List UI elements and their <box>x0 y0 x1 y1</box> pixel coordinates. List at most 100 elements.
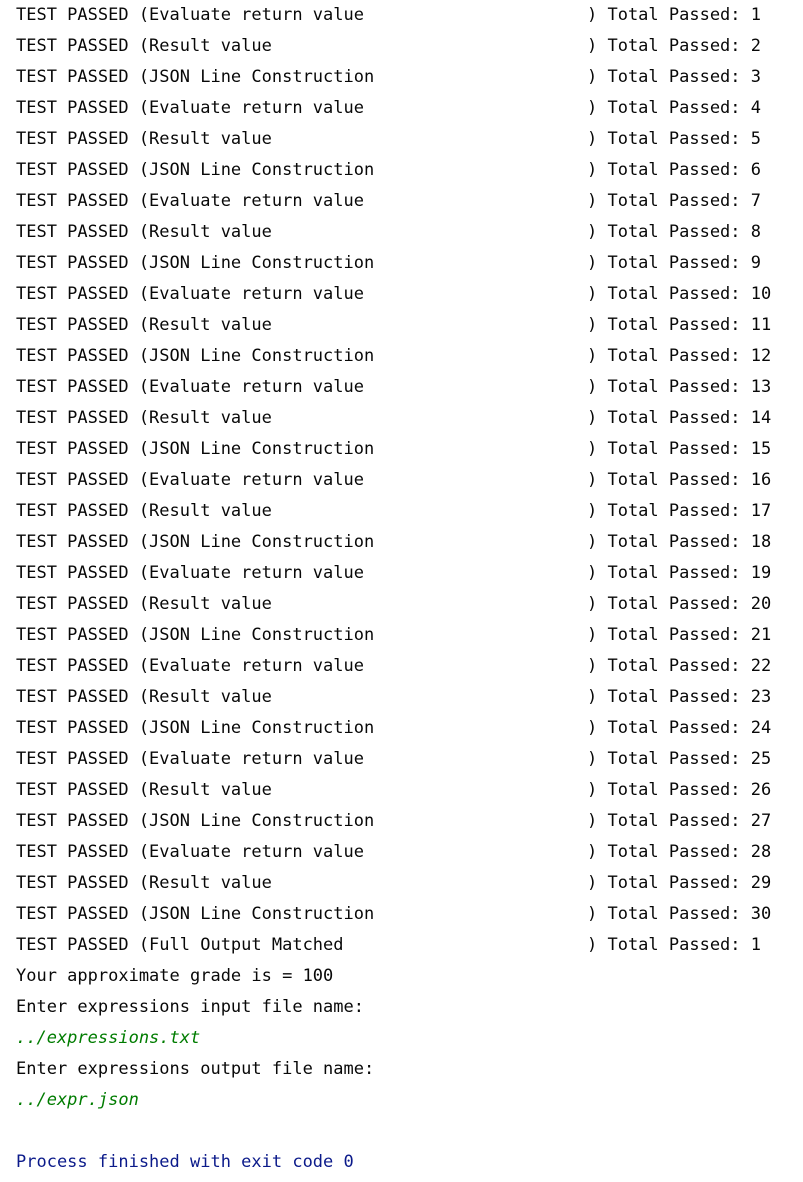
test-result-label: TEST PASSED (Evaluate return value <box>16 5 364 25</box>
test-total-passed: ) Total Passed: 17 <box>587 501 772 521</box>
test-result-row: TEST PASSED (JSON Line Construction ) Tot… <box>16 527 796 558</box>
test-total-passed: ) Total Passed: 14 <box>587 408 772 428</box>
test-result-label: TEST PASSED (Result value <box>16 873 272 893</box>
test-result-label: TEST PASSED (JSON Line Construction <box>16 160 375 180</box>
test-result-row: TEST PASSED (Evaluate return value ) Tota… <box>16 465 796 496</box>
test-result-row: TEST PASSED (JSON Line Construction ) Tot… <box>16 899 796 930</box>
test-result-row: TEST PASSED (Evaluate return value ) Tota… <box>16 186 796 217</box>
test-result-row: TEST PASSED (JSON Line Construction ) Tot… <box>16 62 796 93</box>
test-result-label: TEST PASSED (Result value <box>16 222 272 242</box>
test-result-label: TEST PASSED (JSON Line Construction <box>16 346 375 366</box>
test-result-row: TEST PASSED (Result value ) Total Passed:… <box>16 217 796 248</box>
test-total-passed: ) Total Passed: 27 <box>587 811 772 831</box>
test-result-row: TEST PASSED (JSON Line Construction ) Tot… <box>16 806 796 837</box>
test-result-label: TEST PASSED (Result value <box>16 36 272 56</box>
output-file-prompt: Enter expressions output file name: <box>16 1059 375 1079</box>
test-result-label: TEST PASSED (Result value <box>16 129 272 149</box>
test-total-passed: ) Total Passed: 11 <box>587 315 772 335</box>
test-result-row: TEST PASSED (JSON Line Construction ) Tot… <box>16 713 796 744</box>
test-result-label: TEST PASSED (Result value <box>16 315 272 335</box>
test-total-passed: ) Total Passed: 8 <box>587 222 761 242</box>
test-total-passed: ) Total Passed: 3 <box>587 67 761 87</box>
test-total-passed: ) Total Passed: 21 <box>587 625 772 645</box>
test-result-label: TEST PASSED (Result value <box>16 780 272 800</box>
test-result-row: TEST PASSED (Result value ) Total Passed:… <box>16 589 796 620</box>
test-total-passed: ) Total Passed: 1 <box>587 5 761 25</box>
test-result-label: TEST PASSED (Result value <box>16 687 272 707</box>
test-result-row: TEST PASSED (Full Output Matched ) Total … <box>16 930 796 961</box>
test-result-row: TEST PASSED (JSON Line Construction ) Tot… <box>16 155 796 186</box>
input-file-value: ../expressions.txt <box>16 1028 201 1048</box>
test-result-label: TEST PASSED (JSON Line Construction <box>16 439 375 459</box>
input-file-prompt: Enter expressions input file name: <box>16 997 364 1017</box>
test-total-passed: ) Total Passed: 4 <box>587 98 761 118</box>
test-result-label: TEST PASSED (Evaluate return value <box>16 749 364 769</box>
test-result-row: TEST PASSED (Evaluate return value ) Tota… <box>16 651 796 682</box>
test-total-passed: ) Total Passed: 15 <box>587 439 772 459</box>
test-result-row: TEST PASSED (Result value ) Total Passed:… <box>16 310 796 341</box>
test-result-row: TEST PASSED (JSON Line Construction) Tot… <box>16 248 796 279</box>
test-total-passed: ) Total Passed: 19 <box>587 563 772 583</box>
test-result-row: TEST PASSED (JSON Line Construction ) Tot… <box>16 620 796 651</box>
test-total-passed: ) Total Passed: 20 <box>587 594 772 614</box>
test-total-passed: ) Total Passed: 13 <box>587 377 772 397</box>
test-result-label: TEST PASSED (Evaluate return value <box>16 656 364 676</box>
test-result-row: TEST PASSED (JSON Line Construction ) Tot… <box>16 434 796 465</box>
test-result-label: TEST PASSED (JSON Line Construction <box>16 625 375 645</box>
test-result-row: TEST PASSED (Result value ) Total Passed:… <box>16 403 796 434</box>
test-total-passed: ) Total Passed: 25 <box>587 749 772 769</box>
test-result-label: TEST PASSED (Result value <box>16 501 272 521</box>
test-total-passed: ) Total Passed: 5 <box>587 129 761 149</box>
test-result-row: TEST PASSED (Result value ) Total Passed:… <box>16 124 796 155</box>
test-total-passed: ) Total Passed: 28 <box>587 842 772 862</box>
test-result-label: TEST PASSED (JSON Line Construction <box>16 253 375 273</box>
test-result-row: TEST PASSED (Result value ) Total Passed:… <box>16 682 796 713</box>
test-result-label: TEST PASSED (Evaluate return value <box>16 98 364 118</box>
test-result-label: TEST PASSED (Result value <box>16 594 272 614</box>
test-total-passed: ) Total Passed: 29 <box>587 873 772 893</box>
test-total-passed: ) Total Passed: 12 <box>587 346 772 366</box>
test-total-passed: ) Total Passed: 22 <box>587 656 772 676</box>
test-result-row: TEST PASSED (Evaluate return value ) Tota… <box>16 0 796 31</box>
run-console-output[interactable]: TEST PASSED (Evaluate return value ) Tota… <box>16 0 796 1178</box>
test-result-row: TEST PASSED (Evaluate return value ) Tota… <box>16 837 796 868</box>
test-result-row: TEST PASSED (Result value ) Total Passed:… <box>16 868 796 899</box>
test-result-label: TEST PASSED (Evaluate return value <box>16 191 364 211</box>
test-total-passed: ) Total Passed: 23 <box>587 687 772 707</box>
test-total-passed: ) Total Passed: 1 <box>587 935 761 955</box>
test-total-passed: ) Total Passed: 26 <box>587 780 772 800</box>
test-total-passed: ) Total Passed: 30 <box>587 904 772 924</box>
test-result-label: TEST PASSED (Evaluate return value <box>16 563 364 583</box>
exit-message: Process finished with exit code 0 <box>16 1152 354 1172</box>
test-result-row: TEST PASSED (Evaluate return value ) Tota… <box>16 93 796 124</box>
test-total-passed: ) Total Passed: 7 <box>587 191 761 211</box>
test-total-passed: ) Total Passed: 2 <box>587 36 761 56</box>
test-total-passed: ) Total Passed: 6 <box>587 160 761 180</box>
test-total-passed: ) Total Passed: 16 <box>587 470 772 490</box>
test-result-row: TEST PASSED (Evaluate return value ) Tota… <box>16 279 796 310</box>
test-result-row: TEST PASSED (Evaluate return value ) Tota… <box>16 372 796 403</box>
test-result-label: TEST PASSED (Evaluate return value <box>16 284 364 304</box>
test-result-label: TEST PASSED (JSON Line Construction <box>16 532 375 552</box>
test-result-label: TEST PASSED (Result value <box>16 408 272 428</box>
test-result-row: TEST PASSED (Result value ) Total Passed:… <box>16 775 796 806</box>
test-result-label: TEST PASSED (Evaluate return value <box>16 842 364 862</box>
test-result-row: TEST PASSED (Result value ) Total Passed:… <box>16 31 796 62</box>
test-result-label: TEST PASSED (JSON Line Construction <box>16 904 375 924</box>
test-result-row: TEST PASSED (Result value ) Total Passed:… <box>16 496 796 527</box>
test-total-passed: ) Total Passed: 24 <box>587 718 772 738</box>
test-result-label: TEST PASSED (JSON Line Construction <box>16 67 375 87</box>
test-result-row: TEST PASSED (Evaluate return value ) Tota… <box>16 558 796 589</box>
test-result-label: TEST PASSED (Evaluate return value <box>16 377 364 397</box>
test-result-label: TEST PASSED (Evaluate return value <box>16 470 364 490</box>
grade-line: Your approximate grade is = 100 <box>16 966 334 986</box>
test-result-row: TEST PASSED (JSON Line Construction ) Tot… <box>16 341 796 372</box>
test-total-passed: ) Total Passed: 10 <box>587 284 772 304</box>
test-result-label: TEST PASSED (JSON Line Construction <box>16 811 375 831</box>
test-results-list: TEST PASSED (Evaluate return value ) Tota… <box>16 0 796 961</box>
test-total-passed: ) Total Passed: 18 <box>587 532 772 552</box>
test-result-label: TEST PASSED (JSON Line Construction <box>16 718 375 738</box>
test-result-label: TEST PASSED (Full Output Matched <box>16 935 344 955</box>
test-result-row: TEST PASSED (Evaluate return value ) Tota… <box>16 744 796 775</box>
